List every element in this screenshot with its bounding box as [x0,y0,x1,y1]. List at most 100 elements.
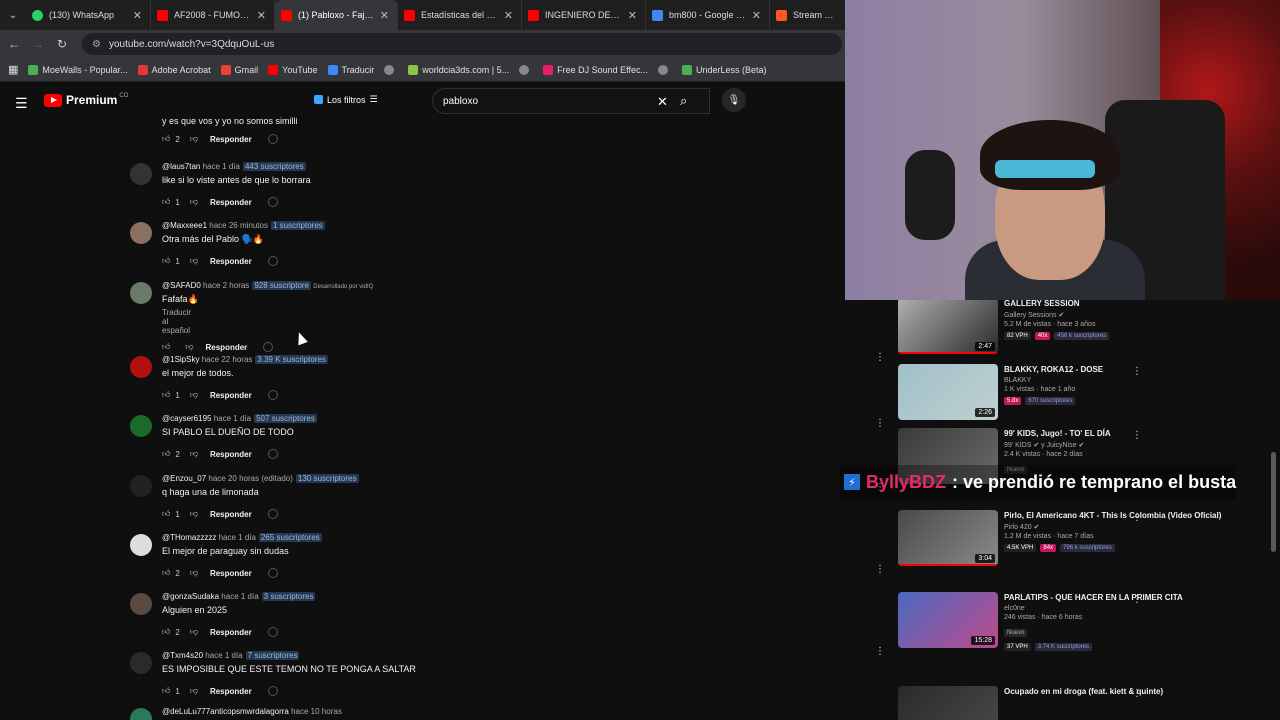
bookmark-gmail[interactable]: Gmail [220,64,258,75]
comment-author[interactable]: @Maxxeee1 [162,221,207,230]
comment-author[interactable]: @1SipSky [162,355,199,364]
reply-button[interactable]: Responder [210,257,252,266]
more-options-icon[interactable]: ⋮ [1132,366,1142,377]
bookmark-traducir[interactable]: Traducir [327,64,374,75]
microphone-icon[interactable]: 🎙 [722,88,746,112]
side-menu-icon[interactable]: ⋮ [875,418,885,429]
thumbs-up-icon[interactable]: 👍︎ [162,256,170,266]
comment-author[interactable]: @THomazzzzz [162,533,216,542]
creator-heart-icon[interactable] [267,449,278,459]
creator-heart-icon[interactable] [267,197,278,207]
more-options-icon[interactable]: ⋮ [1132,688,1142,699]
tab-pabloxo[interactable]: (1) Pabloxo - Fajos de ✕ [275,0,398,30]
comment-author[interactable]: @laus7tan [162,162,200,171]
reload-icon[interactable]: ↻ [50,37,74,51]
close-tab-icon[interactable]: ✕ [380,9,389,22]
close-tab-icon[interactable]: ✕ [257,9,266,22]
thumbs-up-icon[interactable]: 👍︎ [162,627,170,637]
thumbs-down-icon[interactable]: 👎︎ [190,509,198,519]
bookmark-globe[interactable] [384,64,398,75]
bookmark-worldcia3ds[interactable]: worldcia3ds.com | 5... [408,64,509,75]
thumbs-down-icon[interactable]: 👎︎ [190,390,198,400]
bookmark-moewalls[interactable]: MoeWalls - Popular... [28,64,128,75]
thumbs-up-icon[interactable]: 👍︎ [162,342,170,352]
reply-button[interactable]: Responder [210,391,252,400]
creator-heart-icon[interactable] [267,509,278,519]
comment-author[interactable]: @gonzaSudaka [162,592,219,601]
back-arrow-icon[interactable]: ← [2,37,26,51]
thumbs-down-icon[interactable]: 👎︎ [190,197,198,207]
video-title[interactable]: GALLERY SESSION [1004,300,1244,309]
bookmark-globe-2[interactable] [519,64,533,75]
video-thumbnail[interactable]: 2:47 [898,300,998,354]
video-title[interactable]: 99' KIDS, Jugo! - TO' EL DÍA [1004,428,1244,439]
tab-search-menu-icon[interactable]: ⌄ [0,0,26,30]
video-title[interactable]: Ocupado en mi droga (feat. kiett & quint… [1004,686,1244,697]
tab-stream[interactable]: Stream ultimate [770,0,845,30]
video-thumbnail[interactable]: 15:28 [898,592,998,648]
thumbs-up-icon[interactable]: 👍︎ [162,449,170,459]
close-tab-icon[interactable]: ✕ [504,9,513,22]
thumbs-down-icon[interactable]: 👎︎ [190,449,198,459]
creator-heart-icon[interactable] [267,256,278,266]
video-title[interactable]: BLAKKY, ROKA12 - DOSE [1004,364,1244,375]
bookmark-youtube[interactable]: YouTube [268,64,318,75]
tab-ingeniero[interactable]: INGENIERO DE SONI ✕ [522,0,646,30]
scrollbar-thumb[interactable] [1271,452,1276,552]
filters-button[interactable]: Los filtros ☰ [314,94,378,105]
video-channel[interactable]: Gallery Sessions ✔ [1004,311,1244,319]
thumbs-down-icon[interactable]: 👎︎ [185,342,193,352]
comment-avatar[interactable] [130,222,152,244]
reply-button[interactable]: Responder [210,450,252,459]
site-settings-icon[interactable]: ⚙ [92,39,101,50]
comment-avatar[interactable] [130,475,152,497]
bookmark-adobe-acrobat[interactable]: Adobe Acrobat [137,64,211,75]
comment-avatar[interactable] [130,415,152,437]
reply-button[interactable]: Responder [210,687,252,696]
more-options-icon[interactable]: ⋮ [1132,430,1142,441]
thumbs-down-icon[interactable]: 👎︎ [190,686,198,696]
reply-button[interactable]: Responder [210,510,252,519]
creator-heart-icon[interactable] [263,342,274,352]
tab-whatsapp[interactable]: (130) WhatsApp ✕ [26,0,151,30]
thumbs-up-icon[interactable]: 👍︎ [162,390,170,400]
thumbs-up-icon[interactable]: 👍︎ [162,509,170,519]
comment-avatar[interactable] [130,652,152,674]
video-thumbnail[interactable]: 3:04 [898,510,998,566]
thumbs-down-icon[interactable]: 👎︎ [190,134,198,144]
video-thumbnail[interactable]: 2:26 [898,364,998,420]
search-icon[interactable]: ⌕ [680,93,687,109]
close-tab-icon[interactable]: ✕ [752,9,761,22]
video-channel[interactable]: 99' KIDS ✔ y JuicyNise ✔ [1004,441,1244,449]
creator-heart-icon[interactable] [267,390,278,400]
url-field[interactable]: ⚙ youtube.com/watch?v=3QdquOuL-us [82,33,842,55]
creator-heart-icon[interactable] [267,627,278,637]
video-channel[interactable]: elc0ne [1004,605,1244,612]
comment-avatar[interactable] [130,163,152,185]
thumbs-up-icon[interactable]: 👍︎ [162,568,170,578]
comment-author[interactable]: @Txm4s20 [162,651,203,660]
clear-search-icon[interactable]: ✕ [657,94,668,110]
bookmark-globe-3[interactable] [658,64,672,75]
comment-author[interactable]: @deLuLu777anticopsmwrdalagorra [162,707,289,716]
reply-button[interactable]: Responder [210,135,252,144]
thumbs-up-icon[interactable]: 👍︎ [162,686,170,696]
video-title[interactable]: PARLATIPS - QUE HACER EN LA PRIMER CITA [1004,592,1244,603]
comment-author[interactable]: @SAFAD0 [162,281,201,290]
thumbs-down-icon[interactable]: 👎︎ [190,627,198,637]
close-tab-icon[interactable]: ✕ [628,9,637,22]
video-title[interactable]: Pirlo, El Americano 4KT - This Is Colomb… [1004,510,1244,521]
creator-heart-icon[interactable] [267,134,278,144]
creator-heart-icon[interactable] [267,568,278,578]
creator-heart-icon[interactable] [267,686,278,696]
video-channel[interactable]: BLAKKY [1004,377,1244,384]
comment-author[interactable]: @cayser6195 [162,414,211,423]
side-menu-icon[interactable]: ⋮ [875,352,885,363]
apps-grid-icon[interactable]: ▦ [8,63,18,76]
tab-af2008[interactable]: AF2008 - FUMO Y DE ✕ [151,0,275,30]
forward-arrow-icon[interactable]: → [26,37,50,51]
reply-button[interactable]: Responder [210,628,252,637]
comment-avatar[interactable] [130,356,152,378]
comment-avatar[interactable] [130,593,152,615]
bookmark-underless[interactable]: UnderLess (Beta) [682,64,767,75]
